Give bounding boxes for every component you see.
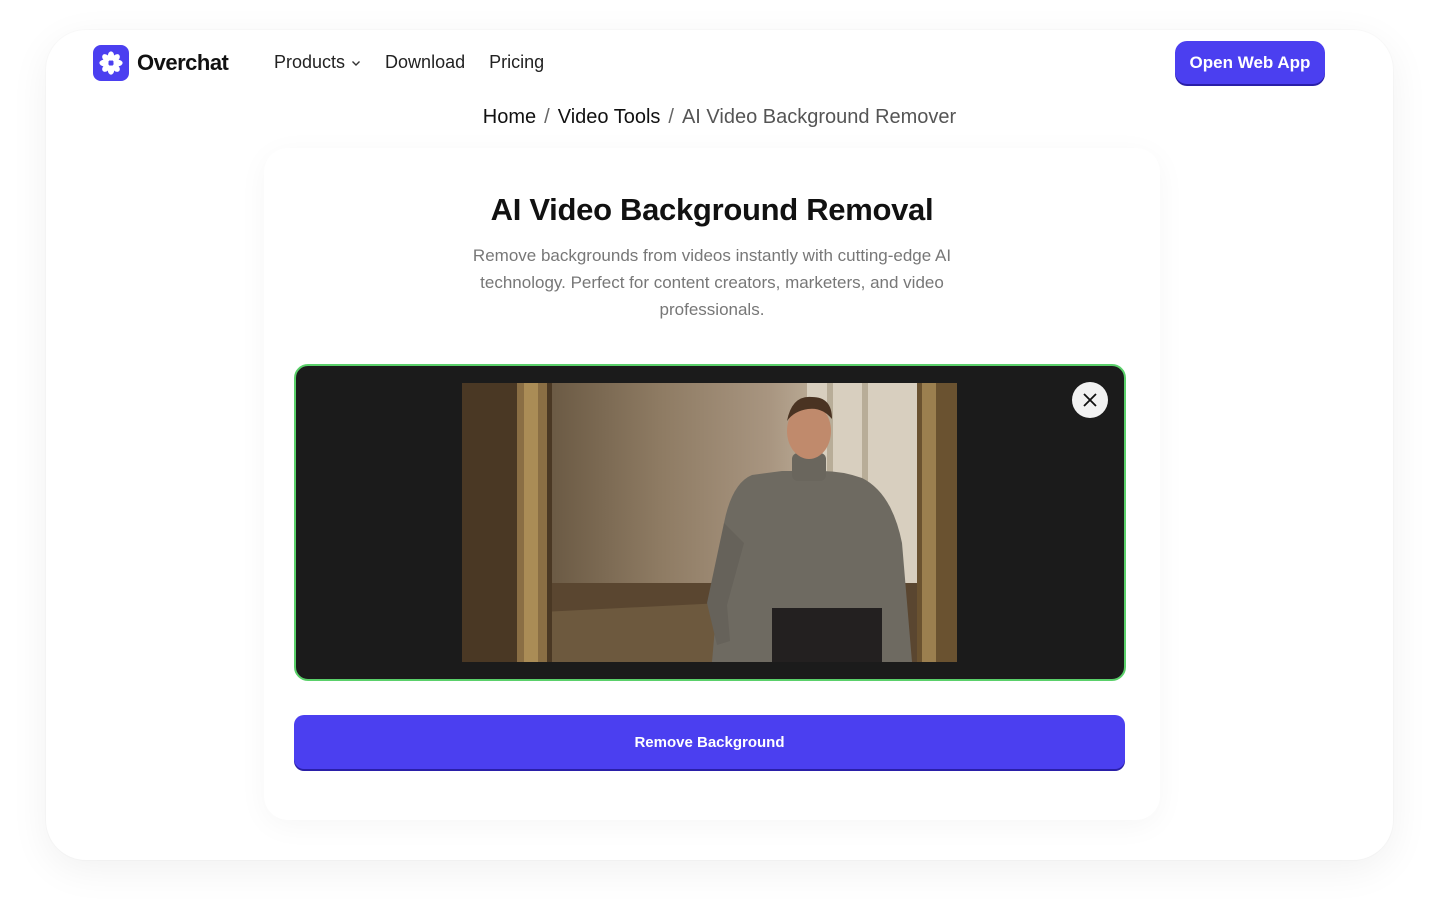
breadcrumb-video-tools[interactable]: Video Tools bbox=[558, 106, 661, 128]
brand-logo[interactable]: Overchat bbox=[93, 45, 229, 81]
nav-item-products[interactable]: Products bbox=[274, 52, 361, 73]
open-web-app-button[interactable]: Open Web App bbox=[1175, 41, 1325, 84]
asterisk-icon bbox=[93, 45, 129, 81]
nav-item-label: Download bbox=[385, 52, 466, 72]
page-frame: Overchat Products Download Pricing Open … bbox=[46, 30, 1393, 860]
close-button[interactable] bbox=[1072, 382, 1108, 418]
nav-menu: Products Download Pricing bbox=[274, 52, 544, 73]
nav-item-label: Pricing bbox=[489, 52, 545, 72]
video-preview bbox=[294, 364, 1126, 681]
nav-item-pricing[interactable]: Pricing bbox=[489, 52, 544, 73]
tool-card: AI Video Background Removal Remove backg… bbox=[264, 148, 1160, 820]
remove-background-button[interactable]: Remove Background bbox=[294, 715, 1125, 769]
video-thumbnail bbox=[462, 383, 957, 662]
breadcrumb-separator: / bbox=[544, 106, 550, 128]
breadcrumb-current: AI Video Background Remover bbox=[681, 106, 957, 128]
breadcrumb-separator: / bbox=[668, 106, 674, 128]
top-nav: Overchat Products Download Pricing Open … bbox=[46, 30, 1393, 96]
chevron-down-icon bbox=[352, 60, 361, 66]
page-subtitle: Remove backgrounds from videos instantly… bbox=[472, 246, 952, 319]
breadcrumb: Home / Video Tools / AI Video Background Rem… bbox=[46, 106, 1393, 129]
video-frame[interactable] bbox=[462, 383, 957, 662]
page-title: AI Video Background Removal bbox=[490, 192, 934, 227]
nav-item-label: Products bbox=[274, 52, 346, 72]
brand-name: Overchat bbox=[137, 50, 229, 75]
breadcrumb-home[interactable]: Home bbox=[483, 106, 536, 128]
close-icon bbox=[1083, 393, 1097, 407]
nav-item-download[interactable]: Download bbox=[385, 52, 465, 73]
